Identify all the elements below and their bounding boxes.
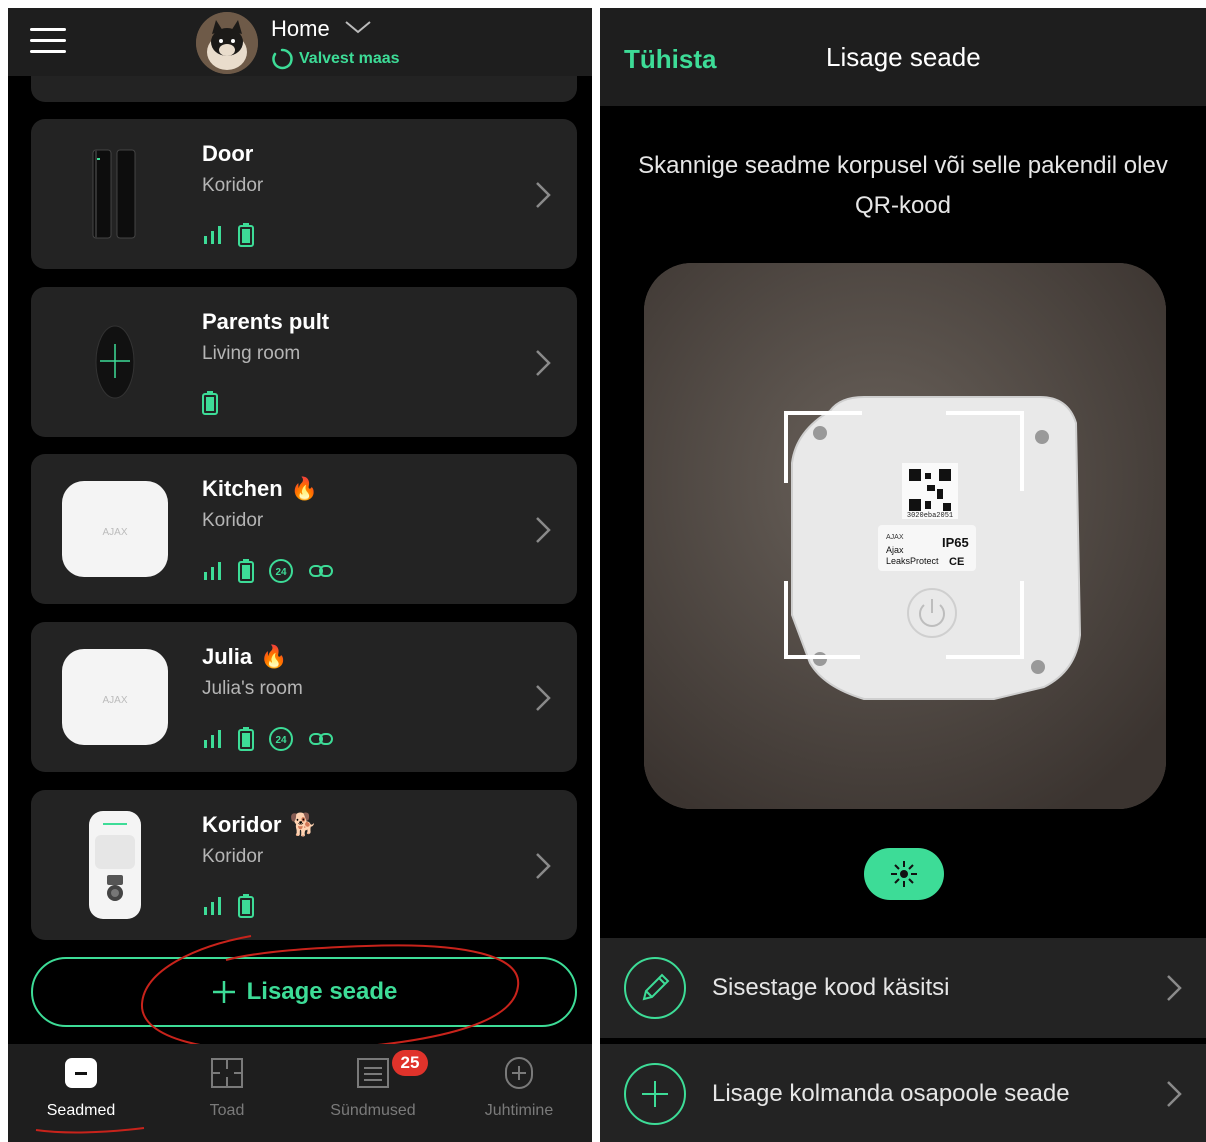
chevron-right-icon [536,350,551,376]
pencil-icon [624,957,686,1019]
chevron-right-icon [536,853,551,879]
tab-rooms[interactable]: Toad [154,1044,300,1142]
key-fob-image [55,305,175,419]
brand-text: AJAX [886,534,904,541]
svg-text:24: 24 [275,735,287,746]
bottom-tab-bar: Seadmed Toad Sündmused 25 Juhtimine [8,1044,592,1142]
control-icon [502,1056,536,1090]
device-name: Door [202,141,254,166]
menu-icon[interactable] [30,28,66,54]
arm-status: Valvest maas [271,48,400,70]
chevron-right-icon [536,517,551,543]
tab-label: Toad [209,1102,245,1119]
device-name: Koridor 🐕 [202,812,317,837]
battery-icon [238,727,254,751]
link-icon [309,733,333,745]
fire-emoji: 🔥 [260,644,288,669]
add-device-screen: Tühista Lisage seade Skannige seadme kor… [600,8,1206,1142]
label-brand: Ajax [886,545,904,555]
device-room: Koridor [202,846,264,867]
always-active-icon: 24 [269,559,293,583]
add-third-party-device-row[interactable]: Lisage kolmanda osapoole seade [600,1044,1206,1142]
fire-protect-image: AJAX [55,640,175,754]
plus-icon [624,1063,686,1125]
rooms-icon [210,1056,244,1090]
fire-emoji: 🔥 [290,476,319,501]
top-bar: Home Valvest maas [8,8,592,76]
link-icon [309,565,333,577]
signal-icon [204,226,221,244]
dog-emoji: 🐕 [289,812,317,837]
device-card-parents-pult[interactable]: Parents pult Living room [31,287,577,437]
ce-mark: CE [949,556,964,568]
chevron-right-icon [1167,975,1182,1001]
device-room: Living room [202,343,301,364]
chevron-right-icon [536,685,551,711]
device-card-door[interactable]: Door Koridor [31,119,577,269]
battery-icon [238,894,254,918]
chevron-right-icon [1167,1081,1182,1107]
fire-protect-image: AJAX [55,472,175,586]
enter-code-manually-row[interactable]: Sisestage kood käsitsi [600,938,1206,1038]
events-count-badge: 25 [392,1050,428,1076]
flashlight-button[interactable] [864,848,944,900]
device-name: Kitchen 🔥 [202,476,319,501]
scan-instruction: Skannige seadme korpusel või selle paken… [638,152,1168,219]
device-card-koridor[interactable]: Koridor 🐕 Koridor [31,790,577,940]
device-room: Julia's room [202,678,303,699]
devices-screen: Door Koridor Parents pult Living room AJ… [8,8,592,1142]
red-underline-annotation [35,1127,145,1134]
device-card-julia[interactable]: AJAX Julia 🔥 Julia's room 24 [31,622,577,772]
signal-icon [204,562,221,580]
brand-text: AJAX [102,527,127,538]
motion-cam-image [55,808,175,922]
battery-icon [202,391,218,415]
cancel-button[interactable]: Tühista [624,44,716,75]
signal-icon [204,730,221,748]
svg-text:24: 24 [275,567,287,578]
ip-rating: IP65 [942,535,969,550]
devices-icon [64,1056,98,1090]
device-name: Julia 🔥 [202,644,288,669]
door-sensor-image [55,137,175,251]
events-icon [356,1056,390,1090]
chevron-right-icon [536,182,551,208]
device-name: Parents pult [202,309,330,334]
label-product: LeaksProtect [886,556,939,566]
always-active-icon: 24 [269,727,293,751]
tab-control[interactable]: Juhtimine [446,1044,592,1142]
chevron-down-icon[interactable] [344,19,372,35]
signal-icon [204,897,221,915]
tab-label: Juhtimine [484,1102,554,1119]
tab-devices[interactable]: Seadmed [8,1044,154,1142]
page-title: Lisage seade [826,42,981,72]
disarmed-icon [272,48,293,70]
battery-icon [238,223,254,247]
camera-viewfinder: 3020eba2051 AJAX IP65 Ajax LeaksProtect … [644,263,1166,809]
red-annotation-circle [140,935,520,1053]
avatar[interactable] [196,12,258,74]
tab-label: Sündmused [330,1102,416,1119]
hub-name[interactable]: Home [271,16,330,42]
serial-text: 3020eba2051 [907,512,953,520]
option-label: Lisage kolmanda osapoole seade [712,1080,1070,1107]
top-bar: Tühista Lisage seade [600,8,1206,106]
tab-label: Seadmed [46,1102,116,1119]
brand-text: AJAX [102,695,127,706]
device-room: Koridor [202,510,264,531]
device-room: Koridor [202,175,264,196]
device-card-kitchen[interactable]: AJAX Kitchen 🔥 Koridor 24 [31,454,577,604]
flashlight-icon [891,861,917,887]
option-label: Sisestage kood käsitsi [712,974,950,1001]
battery-icon [238,559,254,583]
